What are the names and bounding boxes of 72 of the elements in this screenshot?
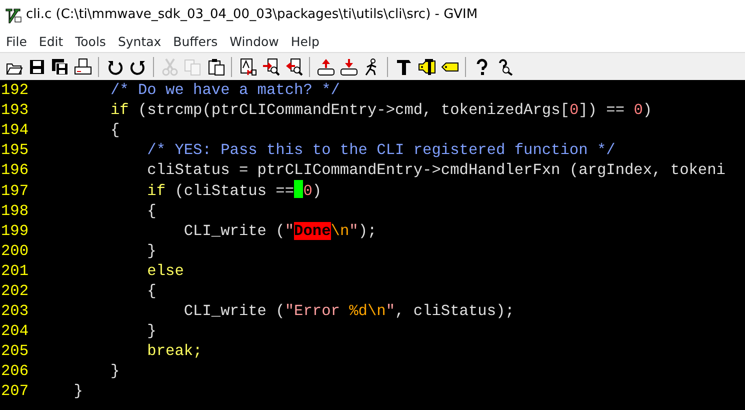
code-text: { bbox=[147, 202, 156, 220]
code-keyword: break; bbox=[147, 342, 202, 360]
line-number: 200 bbox=[0, 241, 30, 261]
code-text: ) bbox=[312, 182, 322, 200]
code-string: " bbox=[349, 222, 358, 240]
line-number: 194 bbox=[0, 120, 30, 140]
tag-hammer-icon bbox=[418, 58, 436, 76]
find-previous-icon bbox=[284, 58, 302, 76]
line-number: 199 bbox=[0, 221, 30, 241]
code-text: (strcmp(ptrCLICommandEntry->cmd, tokenizedArgs[ bbox=[138, 101, 570, 119]
hammer-icon bbox=[394, 58, 412, 76]
code-keyword: if bbox=[110, 101, 129, 119]
line-number: 195 bbox=[0, 140, 30, 160]
escape-sequence: \n bbox=[330, 222, 350, 240]
code-comment: /* YES: Pass this to the CLI registered function */ bbox=[147, 141, 616, 159]
line-number: 196 bbox=[0, 160, 30, 180]
code-text: } bbox=[110, 362, 120, 380]
menu-item[interactable]: Window bbox=[224, 30, 285, 52]
menu-item[interactable]: Syntax bbox=[112, 30, 168, 52]
escape-sequence: %d\n bbox=[349, 302, 386, 320]
line-number: 204 bbox=[0, 321, 30, 341]
line-number: 192 bbox=[0, 80, 30, 100]
line-number: 198 bbox=[0, 201, 30, 221]
code-text: ]) == bbox=[578, 101, 626, 119]
code-number: 0 bbox=[303, 182, 312, 200]
code-text: (cliStatus == bbox=[174, 182, 294, 200]
text-cursor bbox=[294, 180, 304, 198]
code-keyword: else bbox=[147, 262, 184, 280]
line-number: 207 bbox=[0, 381, 30, 401]
code-text: CLI_write ( bbox=[184, 302, 285, 320]
menu-item[interactable]: Help bbox=[284, 30, 326, 52]
code-text: CLI_write ( bbox=[184, 222, 285, 240]
code-text: { bbox=[110, 121, 120, 139]
find-replace-icon bbox=[238, 58, 256, 76]
app-logo-icon bbox=[4, 6, 22, 24]
window-title: cli.c (C:\ti\mmwave_sdk_03_04_00_03\packages\ti\utils\cli\src) - GVIM bbox=[26, 6, 478, 24]
save-icon bbox=[28, 58, 46, 76]
code-comment: /* Do we have a match? */ bbox=[110, 81, 340, 99]
line-number: 205 bbox=[0, 341, 30, 361]
menu-item[interactable]: Edit bbox=[32, 30, 70, 52]
code-text: ) bbox=[642, 101, 652, 119]
code-keyword: if bbox=[147, 182, 166, 200]
code-text: } bbox=[147, 322, 156, 340]
save-all-icon bbox=[50, 58, 68, 76]
line-number: 201 bbox=[0, 261, 30, 281]
code-text: } bbox=[147, 242, 156, 260]
line-number: 202 bbox=[0, 281, 30, 301]
code-string: "Error bbox=[284, 302, 341, 320]
menu-item[interactable]: Buffers bbox=[167, 30, 224, 52]
line-number: 206 bbox=[0, 361, 30, 381]
menu-item[interactable]: File bbox=[0, 30, 33, 52]
line-number: 203 bbox=[0, 301, 30, 321]
printer-icon bbox=[74, 58, 92, 76]
download-icon bbox=[340, 58, 358, 76]
code-string: " bbox=[386, 302, 396, 320]
error-highlight: Done bbox=[294, 222, 331, 240]
code-string: " bbox=[284, 222, 294, 240]
copy-icon bbox=[184, 58, 202, 76]
menu-item[interactable]: Tools bbox=[69, 30, 112, 52]
code-number: 0 bbox=[634, 101, 643, 119]
find-next-icon bbox=[262, 58, 280, 76]
code-text: } bbox=[74, 382, 83, 400]
code-text: { bbox=[147, 282, 156, 300]
upload-icon bbox=[316, 58, 334, 76]
line-number: 197 bbox=[0, 181, 30, 201]
line-number: 193 bbox=[0, 100, 30, 120]
code-number: 0 bbox=[569, 101, 579, 119]
scissors-icon bbox=[160, 58, 178, 76]
code-text: ); bbox=[358, 222, 377, 240]
code-text: , cliStatus); bbox=[395, 302, 514, 320]
clipboard-icon bbox=[206, 58, 224, 76]
code-text: cliStatus = ptrCLICommandEntry->cmdHandlerFxn (argIndex, tokeni bbox=[147, 161, 726, 179]
